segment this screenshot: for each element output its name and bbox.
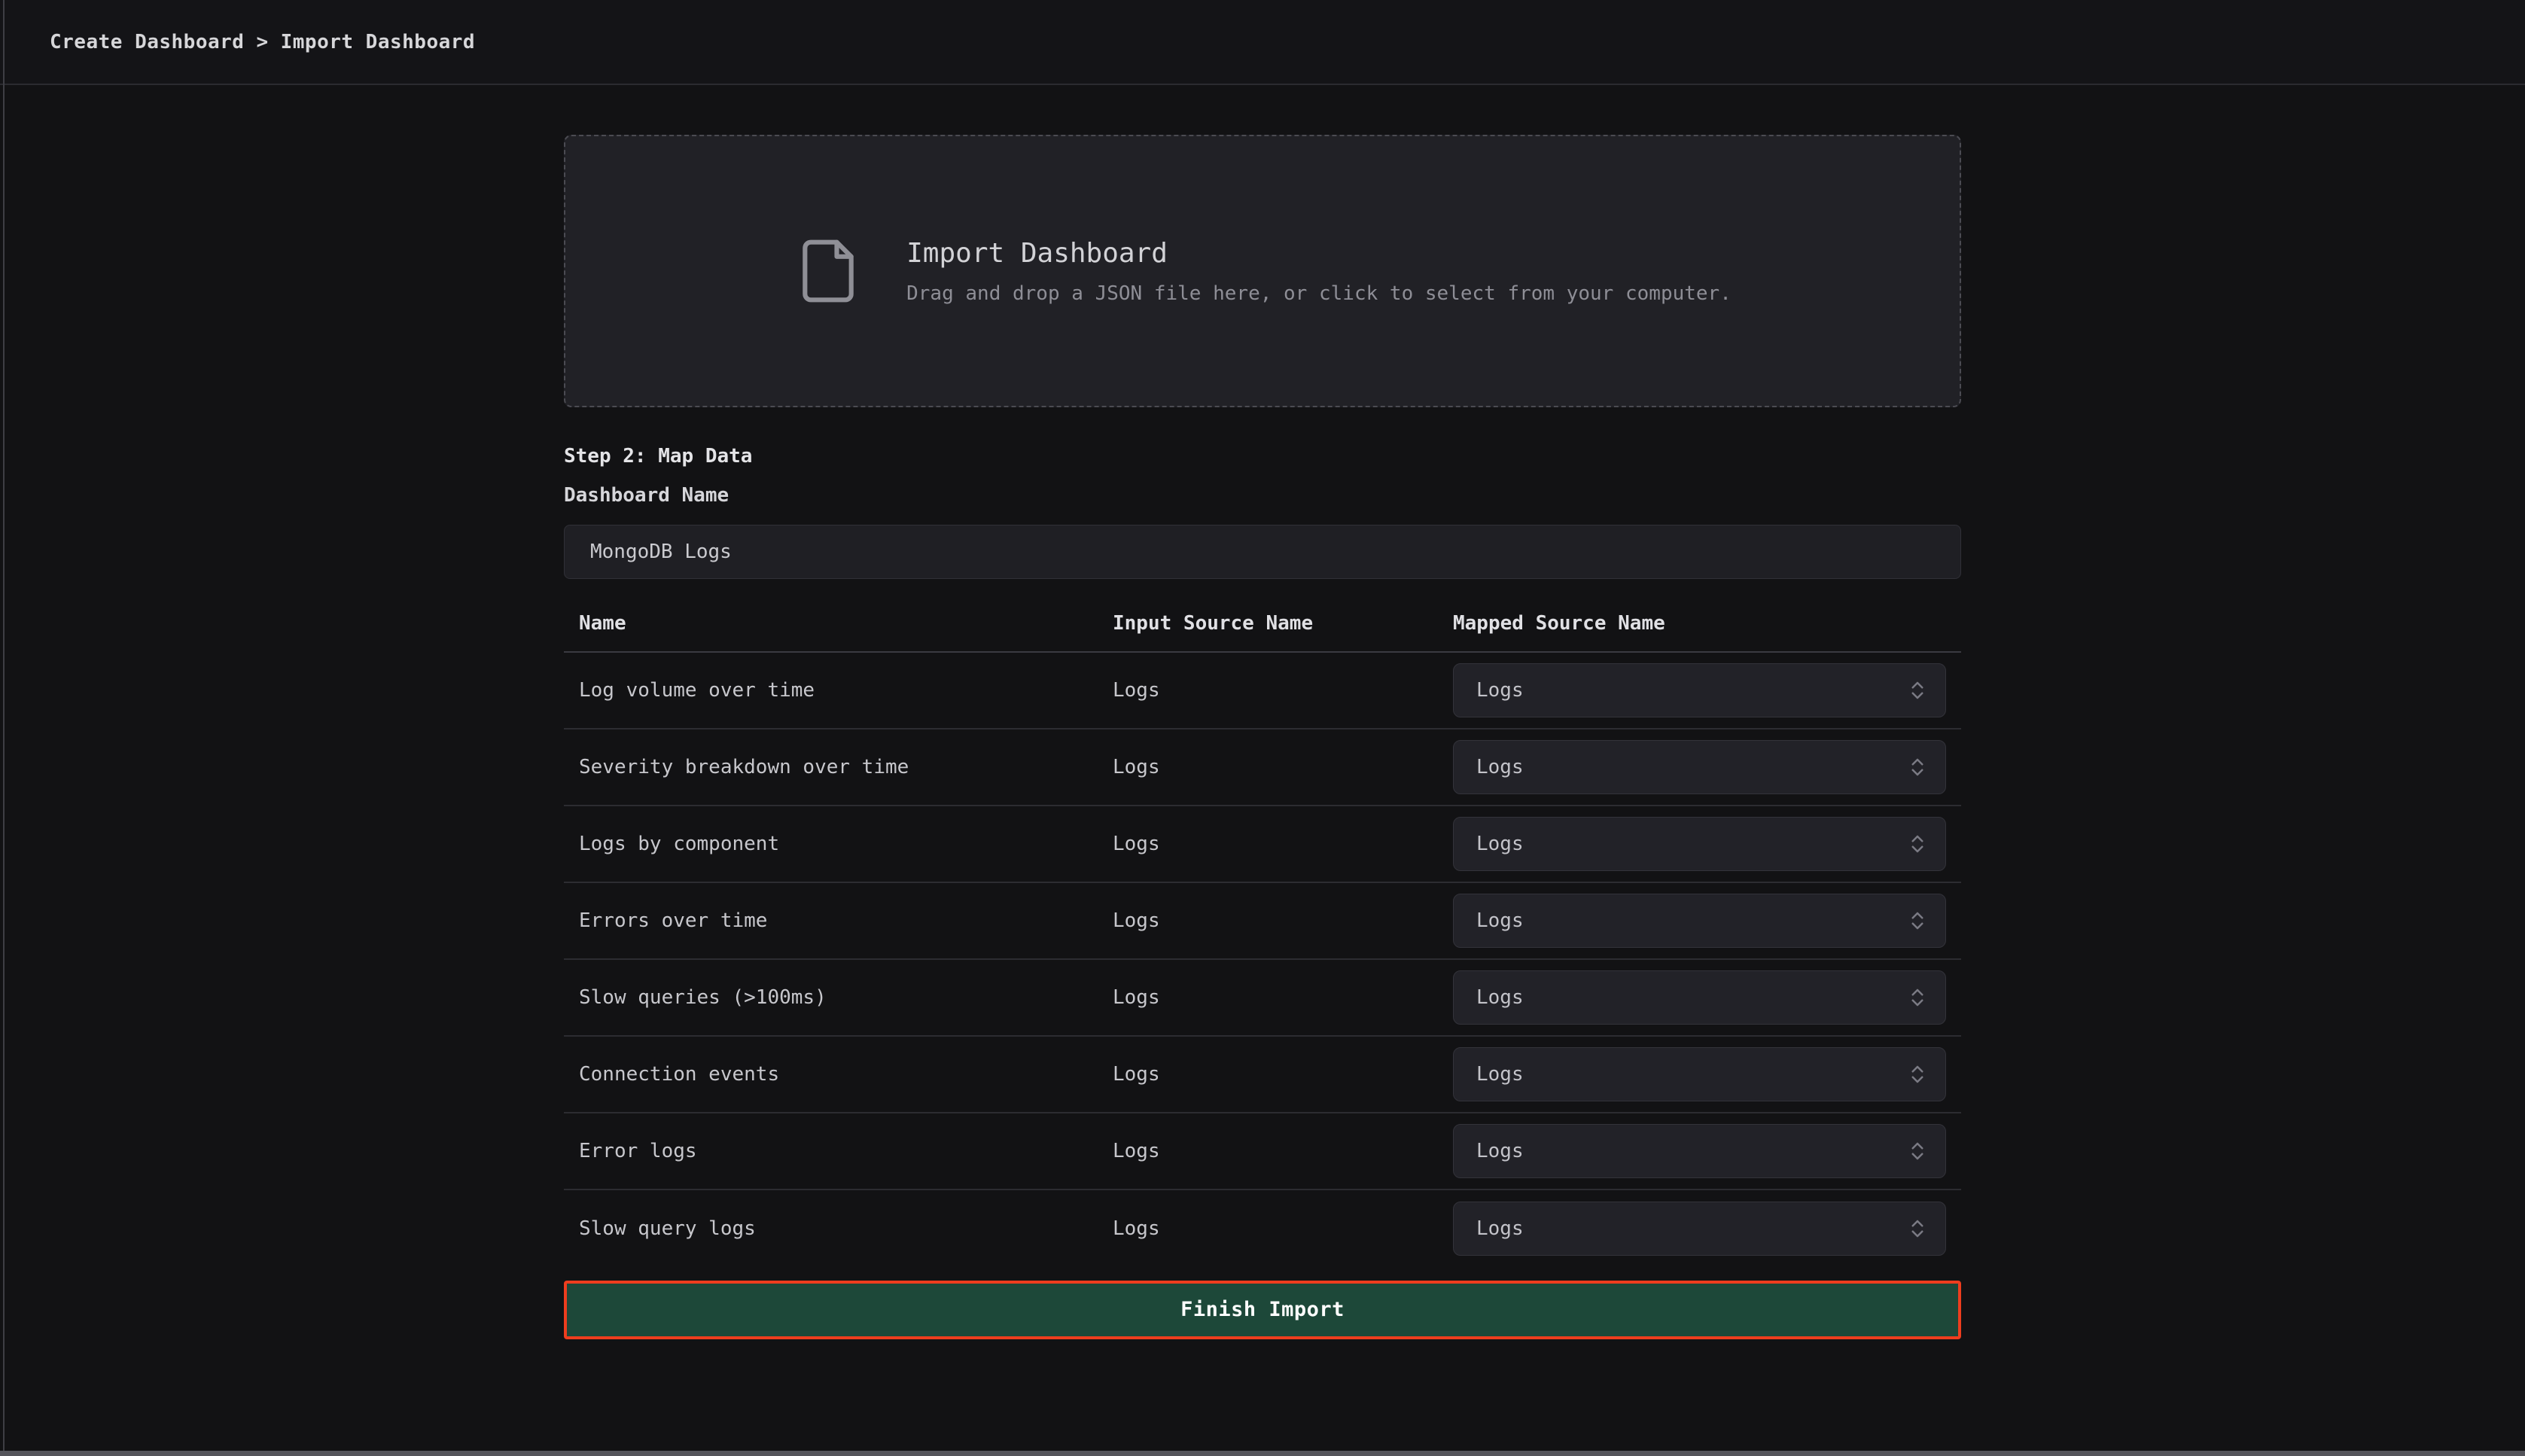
table-row: Errors over time Logs Logs — [564, 883, 1961, 960]
import-dashboard-page: Import Dashboard Drag and drop a JSON fi… — [564, 135, 1961, 1339]
row-name: Logs by component — [564, 833, 1113, 855]
row-mapped-source-cell: Logs — [1453, 1047, 1961, 1101]
window-left-edge — [3, 0, 5, 1451]
chevrons-up-down-icon — [1906, 986, 1929, 1009]
mapping-table-body: Log volume over time Logs Logs Severity … — [564, 653, 1961, 1267]
dashboard-name-input[interactable] — [564, 525, 1961, 579]
column-header-mapped-source: Mapped Source Name — [1453, 612, 1961, 635]
mapped-source-select[interactable]: Logs — [1453, 1047, 1946, 1101]
table-row: Log volume over time Logs Logs — [564, 653, 1961, 730]
chevrons-up-down-icon — [1906, 1140, 1929, 1162]
chevrons-up-down-icon — [1906, 1217, 1929, 1240]
mapped-source-select[interactable]: Logs — [1453, 740, 1946, 794]
row-mapped-source-cell: Logs — [1453, 1124, 1961, 1178]
row-input-source: Logs — [1113, 756, 1453, 778]
mapped-source-value: Logs — [1476, 756, 1524, 778]
dropzone-subtitle: Drag and drop a JSON file here, or click… — [906, 282, 1732, 305]
mapped-source-select[interactable]: Logs — [1453, 1124, 1946, 1178]
dropzone-title: Import Dashboard — [906, 238, 1732, 269]
mapping-table-header: Name Input Source Name Mapped Source Nam… — [564, 594, 1961, 653]
mapped-source-select[interactable]: Logs — [1453, 970, 1946, 1025]
step-heading: Step 2: Map Data — [564, 445, 1961, 468]
row-mapped-source-cell: Logs — [1453, 817, 1961, 871]
table-row: Logs by component Logs Logs — [564, 806, 1961, 883]
table-row: Connection events Logs Logs — [564, 1037, 1961, 1113]
row-input-source: Logs — [1113, 679, 1453, 702]
mapped-source-value: Logs — [1476, 1217, 1524, 1240]
table-row: Error logs Logs Logs — [564, 1113, 1961, 1190]
mapped-source-value: Logs — [1476, 679, 1524, 702]
row-mapped-source-cell: Logs — [1453, 663, 1961, 717]
row-name: Severity breakdown over time — [564, 756, 1113, 778]
top-bar: Create Dashboard > Import Dashboard — [0, 0, 2525, 85]
table-row: Slow queries (>100ms) Logs Logs — [564, 960, 1961, 1037]
row-name: Slow query logs — [564, 1217, 1113, 1240]
row-input-source: Logs — [1113, 1217, 1453, 1240]
column-header-input-source: Input Source Name — [1113, 612, 1453, 635]
chevrons-up-down-icon — [1906, 1063, 1929, 1086]
horizontal-scrollbar[interactable] — [0, 1451, 2525, 1456]
chevrons-up-down-icon — [1906, 909, 1929, 932]
row-mapped-source-cell: Logs — [1453, 970, 1961, 1025]
mapped-source-select[interactable]: Logs — [1453, 894, 1946, 948]
mapping-table: Name Input Source Name Mapped Source Nam… — [564, 594, 1961, 1267]
row-mapped-source-cell: Logs — [1453, 894, 1961, 948]
row-name: Connection events — [564, 1063, 1113, 1086]
row-name: Slow queries (>100ms) — [564, 986, 1113, 1009]
row-name: Error logs — [564, 1140, 1113, 1162]
dashboard-name-label: Dashboard Name — [564, 484, 729, 507]
row-input-source: Logs — [1113, 1063, 1453, 1086]
dropzone-text: Import Dashboard Drag and drop a JSON fi… — [906, 238, 1732, 305]
file-icon — [793, 236, 863, 306]
mapped-source-select[interactable]: Logs — [1453, 663, 1946, 717]
breadcrumb-item-create-dashboard[interactable]: Create Dashboard — [50, 31, 244, 53]
finish-import-button[interactable]: Finish Import — [564, 1281, 1961, 1339]
row-name: Log volume over time — [564, 679, 1113, 702]
row-input-source: Logs — [1113, 1140, 1453, 1162]
row-input-source: Logs — [1113, 909, 1453, 932]
mapped-source-value: Logs — [1476, 1063, 1524, 1086]
breadcrumb-item-import-dashboard[interactable]: Import Dashboard — [281, 31, 475, 53]
breadcrumb-separator: > — [256, 31, 268, 53]
row-input-source: Logs — [1113, 833, 1453, 855]
mapped-source-select[interactable]: Logs — [1453, 1202, 1946, 1256]
chevrons-up-down-icon — [1906, 833, 1929, 855]
breadcrumb: Create Dashboard > Import Dashboard — [50, 31, 475, 53]
row-input-source: Logs — [1113, 986, 1453, 1009]
row-name: Errors over time — [564, 909, 1113, 932]
json-file-dropzone[interactable]: Import Dashboard Drag and drop a JSON fi… — [564, 135, 1961, 407]
row-mapped-source-cell: Logs — [1453, 1202, 1961, 1256]
mapped-source-value: Logs — [1476, 1140, 1524, 1162]
mapped-source-value: Logs — [1476, 833, 1524, 855]
table-row: Severity breakdown over time Logs Logs — [564, 730, 1961, 806]
row-mapped-source-cell: Logs — [1453, 740, 1961, 794]
mapped-source-value: Logs — [1476, 909, 1524, 932]
table-row: Slow query logs Logs Logs — [564, 1190, 1961, 1267]
column-header-name: Name — [564, 612, 1113, 635]
chevrons-up-down-icon — [1906, 756, 1929, 778]
mapped-source-value: Logs — [1476, 986, 1524, 1009]
mapped-source-select[interactable]: Logs — [1453, 817, 1946, 871]
chevrons-up-down-icon — [1906, 679, 1929, 702]
